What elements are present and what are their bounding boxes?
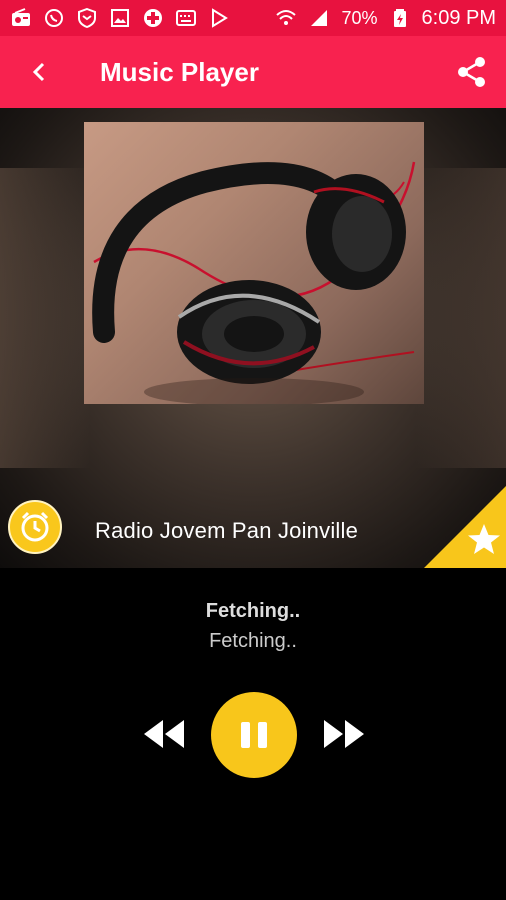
app-bar: Music Player [0, 36, 506, 108]
player-hero: Radio Jovem Pan Joinville [0, 108, 506, 568]
pause-icon [241, 722, 267, 748]
back-button[interactable] [10, 36, 70, 108]
battery-icon [389, 8, 411, 28]
track-artist: Fetching.. [209, 630, 297, 652]
image-icon [109, 8, 131, 28]
status-icons-left [10, 8, 230, 28]
whatsapp-icon [43, 8, 65, 28]
battery-percent: 70% [341, 7, 378, 28]
chevron-left-icon [32, 62, 45, 82]
clock-icon [21, 511, 49, 542]
hero-blur-left [0, 168, 90, 468]
status-bar: 70% 6:09 PM [0, 0, 506, 36]
track-title: Fetching.. [205, 600, 301, 622]
radio-icon [10, 8, 32, 28]
rewind-button[interactable] [140, 716, 186, 752]
status-icons-right: 70% 6:09 PM [275, 7, 496, 30]
fast-forward-icon [324, 720, 364, 748]
signal-icon [308, 8, 330, 28]
headphones-illustration [92, 161, 416, 404]
shield-icon [76, 8, 98, 28]
wifi-icon [275, 8, 297, 28]
album-art [84, 122, 424, 404]
favorite-corner-shape [424, 486, 506, 568]
share-button[interactable] [454, 54, 490, 90]
playback-controls [0, 692, 506, 778]
status-time: 6:09 PM [421, 6, 496, 29]
rewind-icon [144, 720, 184, 748]
plus-circle-icon [142, 8, 164, 28]
share-icon [458, 57, 485, 87]
alarm-button[interactable] [8, 500, 62, 554]
hero-blur-right [416, 168, 506, 468]
favorite-button[interactable] [424, 486, 506, 568]
pause-button[interactable] [211, 692, 297, 778]
play-store-icon [208, 8, 230, 28]
keyboard-icon [175, 8, 197, 28]
page-title: Music Player [100, 56, 259, 87]
station-name: Radio Jovem Pan Joinville [95, 518, 359, 543]
fast-forward-button[interactable] [322, 716, 368, 752]
